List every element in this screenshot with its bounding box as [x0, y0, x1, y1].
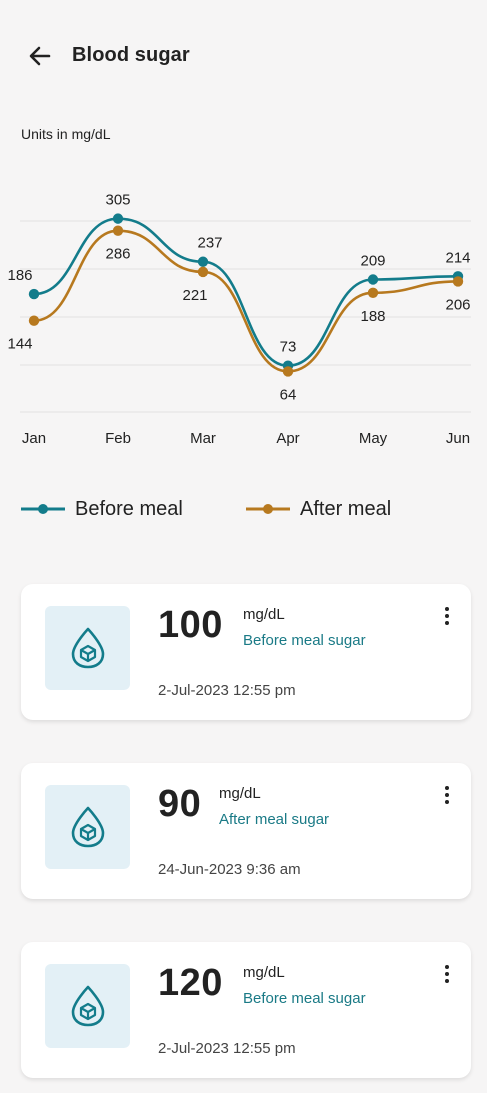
- x-tick-label: Jun: [446, 430, 470, 447]
- more-vertical-icon: [445, 786, 449, 804]
- reading-datetime: 2-Jul-2023 12:55 pm: [158, 1040, 296, 1057]
- reading-type: Before meal sugar: [243, 990, 366, 1007]
- blood-drop-icon: [71, 806, 104, 848]
- units-label: Units in mg/dL: [21, 126, 111, 142]
- x-tick-label: Apr: [276, 430, 299, 447]
- data-point-after-meal: [282, 366, 294, 377]
- icon-tile: [45, 964, 130, 1048]
- reading-unit: mg/dL: [243, 606, 285, 623]
- data-point-before-meal: [28, 288, 40, 300]
- page-title: Blood sugar: [72, 44, 190, 66]
- data-label-after-meal: 64: [280, 386, 297, 403]
- data-point-after-meal: [452, 276, 464, 287]
- legend-item-after-meal: After meal: [245, 494, 391, 524]
- data-label-before-meal: 305: [105, 192, 130, 209]
- data-label-before-meal: 237: [197, 235, 222, 252]
- reading-value: 90: [158, 783, 202, 825]
- series-line-after-meal: [33, 229, 459, 373]
- more-vertical-icon: [445, 607, 449, 625]
- data-label-after-meal: 206: [445, 296, 470, 313]
- arrow-left-icon: [29, 46, 51, 66]
- reading-card[interactable]: 120 mg/dL Before meal sugar 2-Jul-2023 1…: [21, 942, 471, 1078]
- data-label-after-meal: 221: [182, 287, 207, 304]
- data-point-after-meal: [197, 266, 209, 278]
- data-label-after-meal: 188: [360, 308, 385, 325]
- x-tick-label: Feb: [105, 430, 131, 447]
- reading-value: 100: [158, 604, 223, 646]
- legend-item-before-meal: Before meal: [20, 494, 183, 524]
- legend-line-marker: [246, 504, 290, 514]
- more-vertical-icon: [445, 965, 449, 983]
- icon-tile: [45, 785, 130, 869]
- more-options-button[interactable]: [437, 783, 457, 807]
- x-tick-label: Mar: [190, 430, 216, 447]
- blood-drop-icon: [71, 985, 104, 1027]
- x-tick-label: Jan: [22, 430, 46, 447]
- legend-label: After meal: [300, 497, 392, 520]
- data-point-after-meal: [112, 225, 124, 236]
- data-point-before-meal: [367, 274, 379, 285]
- legend-line-marker: [21, 504, 65, 514]
- data-label-before-meal: 73: [280, 339, 297, 356]
- reading-card[interactable]: 100 mg/dL Before meal sugar 2-Jul-2023 1…: [21, 584, 471, 720]
- icon-tile: [45, 606, 130, 690]
- back-button[interactable]: [26, 42, 54, 70]
- legend-label: Before meal: [75, 497, 183, 520]
- data-point-after-meal: [28, 315, 40, 326]
- reading-card[interactable]: 90 mg/dL After meal sugar 24-Jun-2023 9:…: [21, 763, 471, 899]
- data-label-after-meal: 286: [105, 246, 130, 263]
- data-point-before-meal: [112, 213, 124, 224]
- data-label-before-meal: 186: [7, 267, 32, 284]
- reading-type: After meal sugar: [219, 811, 330, 828]
- data-point-after-meal: [367, 287, 379, 299]
- data-label-after-meal: 144: [7, 336, 32, 353]
- more-options-button[interactable]: [437, 604, 457, 628]
- reading-unit: mg/dL: [219, 785, 261, 802]
- data-point-before-meal: [197, 256, 209, 267]
- more-options-button[interactable]: [437, 962, 457, 986]
- reading-datetime: 2-Jul-2023 12:55 pm: [158, 682, 296, 699]
- reading-value: 120: [158, 962, 223, 1004]
- chart-legend: Before meal After meal: [20, 494, 480, 524]
- blood-drop-icon: [71, 627, 104, 669]
- reading-type: Before meal sugar: [243, 632, 366, 649]
- reading-datetime: 24-Jun-2023 9:36 am: [158, 861, 301, 878]
- reading-unit: mg/dL: [243, 964, 285, 981]
- app-header: Blood sugar: [0, 0, 487, 112]
- blood-sugar-chart: 186 305 237 73 209 214 144 286 221 64 188 206 Jan Feb…: [7, 192, 471, 447]
- x-tick-label: May: [359, 430, 388, 447]
- data-label-before-meal: 209: [360, 252, 385, 269]
- data-label-before-meal: 214: [445, 249, 470, 266]
